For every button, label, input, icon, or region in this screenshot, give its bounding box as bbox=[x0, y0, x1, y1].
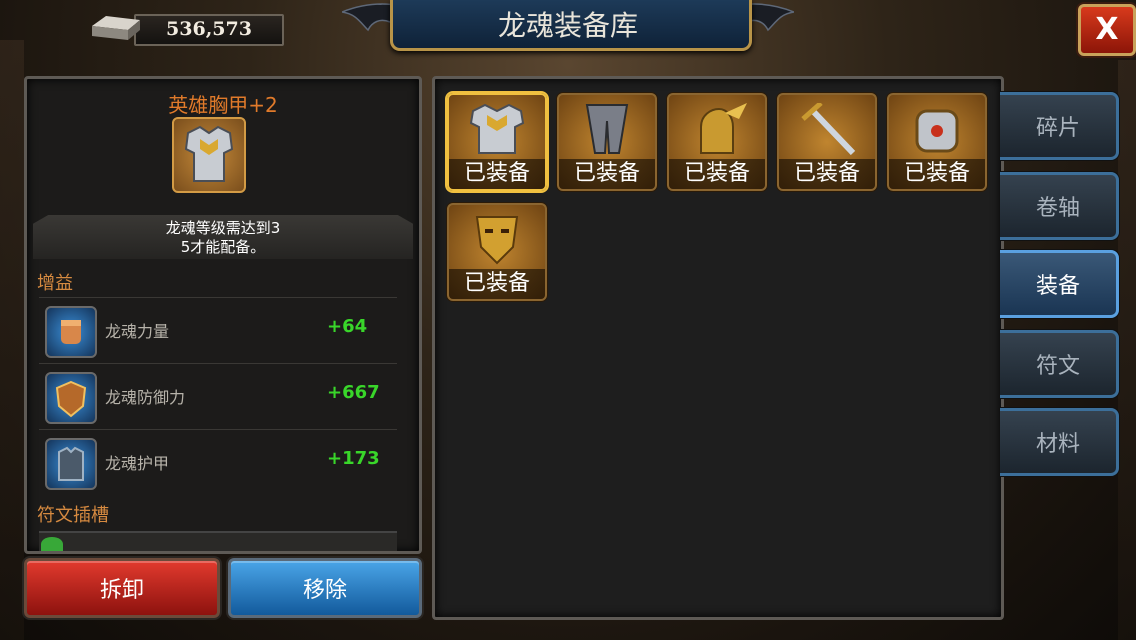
winged-helmet-icon bbox=[700, 103, 747, 154]
stat-value: +667 bbox=[327, 382, 380, 403]
inventory-slot-gauntlet[interactable]: 已装备 bbox=[887, 93, 987, 191]
tab-fragments[interactable]: 碎片 bbox=[1000, 92, 1119, 160]
currency-display: 536,573 bbox=[86, 8, 284, 46]
background-shelf-right bbox=[1118, 60, 1136, 640]
buffs-label: 增益 bbox=[37, 273, 73, 294]
requirement-line-2: 5才能配备。 bbox=[180, 238, 266, 256]
stat-name: 龙魂防御力 bbox=[105, 388, 186, 407]
equipped-label: 已装备 bbox=[779, 159, 875, 189]
item-name: 英雄胸甲+2 bbox=[168, 93, 278, 117]
chest-armor-art bbox=[184, 125, 234, 182]
equipped-label: 已装备 bbox=[669, 159, 765, 189]
inventory-slot-mask[interactable]: 已装备 bbox=[447, 203, 547, 301]
rune-slots-label: 符文插槽 bbox=[37, 505, 109, 526]
silver-ingot-icon bbox=[92, 16, 140, 40]
tab-runes[interactable]: 符文 bbox=[1000, 330, 1119, 398]
page-title: 龙魂装备库 bbox=[497, 9, 638, 42]
fist-icon bbox=[45, 306, 97, 358]
item-detail-panel: 英雄胸甲+2 龙魂等级需达到3 5才能配备。 增益 龙魂力量 +64 龙魂防御力… bbox=[24, 76, 422, 554]
dismantle-button[interactable]: 拆卸 bbox=[24, 558, 220, 618]
stat-name: 龙魂力量 bbox=[105, 322, 170, 341]
currency-box: 536,573 bbox=[134, 14, 284, 46]
shield-icon bbox=[45, 372, 97, 424]
close-button[interactable]: X bbox=[1078, 4, 1136, 56]
leg-armor-icon bbox=[585, 104, 629, 154]
background-shelf-left bbox=[0, 40, 24, 640]
sword-icon bbox=[801, 103, 856, 155]
tab-scrolls[interactable]: 卷轴 bbox=[1000, 172, 1119, 240]
golden-mask-icon bbox=[475, 216, 519, 265]
tab-materials[interactable]: 材料 bbox=[1000, 408, 1119, 476]
close-icon: X bbox=[1095, 12, 1119, 47]
equipped-label: 已装备 bbox=[449, 159, 545, 189]
requirement-line-1: 龙魂等级需达到3 bbox=[165, 219, 281, 237]
title-banner: 龙魂装备库 bbox=[342, 0, 794, 54]
gauntlet-icon bbox=[915, 109, 959, 153]
inventory-panel: 已装备 已装备 已装备 已装备 已装备 已装备 bbox=[432, 76, 1004, 620]
stat-row: 龙魂防御力 +667 bbox=[39, 363, 397, 426]
stat-value: +64 bbox=[327, 316, 368, 337]
stat-name: 龙魂护甲 bbox=[105, 454, 170, 473]
tab-equipment[interactable]: 装备 bbox=[1000, 250, 1119, 318]
armor-icon bbox=[45, 438, 97, 490]
chest-armor-icon bbox=[469, 103, 525, 154]
inventory-slot-helmet[interactable]: 已装备 bbox=[667, 93, 767, 191]
remove-button[interactable]: 移除 bbox=[228, 558, 422, 618]
stat-value: +173 bbox=[327, 448, 380, 469]
stat-row: 龙魂护甲 +173 bbox=[39, 429, 397, 492]
equipped-label: 已装备 bbox=[449, 269, 545, 299]
inventory-slot-legs[interactable]: 已装备 bbox=[557, 93, 657, 191]
stat-row: 龙魂力量 +64 bbox=[39, 297, 397, 360]
inventory-slot-chest[interactable]: 已装备 bbox=[447, 93, 547, 191]
rune-slot-icon bbox=[41, 537, 63, 551]
rune-slot-bar[interactable] bbox=[39, 531, 397, 551]
inventory-slot-sword[interactable]: 已装备 bbox=[777, 93, 877, 191]
requirement-text: 龙魂等级需达到3 5才能配备。 bbox=[27, 219, 419, 257]
currency-amount: 536,573 bbox=[166, 18, 252, 40]
chest-armor-icon bbox=[172, 117, 246, 193]
equipped-label: 已装备 bbox=[889, 159, 985, 189]
equipped-label: 已装备 bbox=[559, 159, 655, 189]
